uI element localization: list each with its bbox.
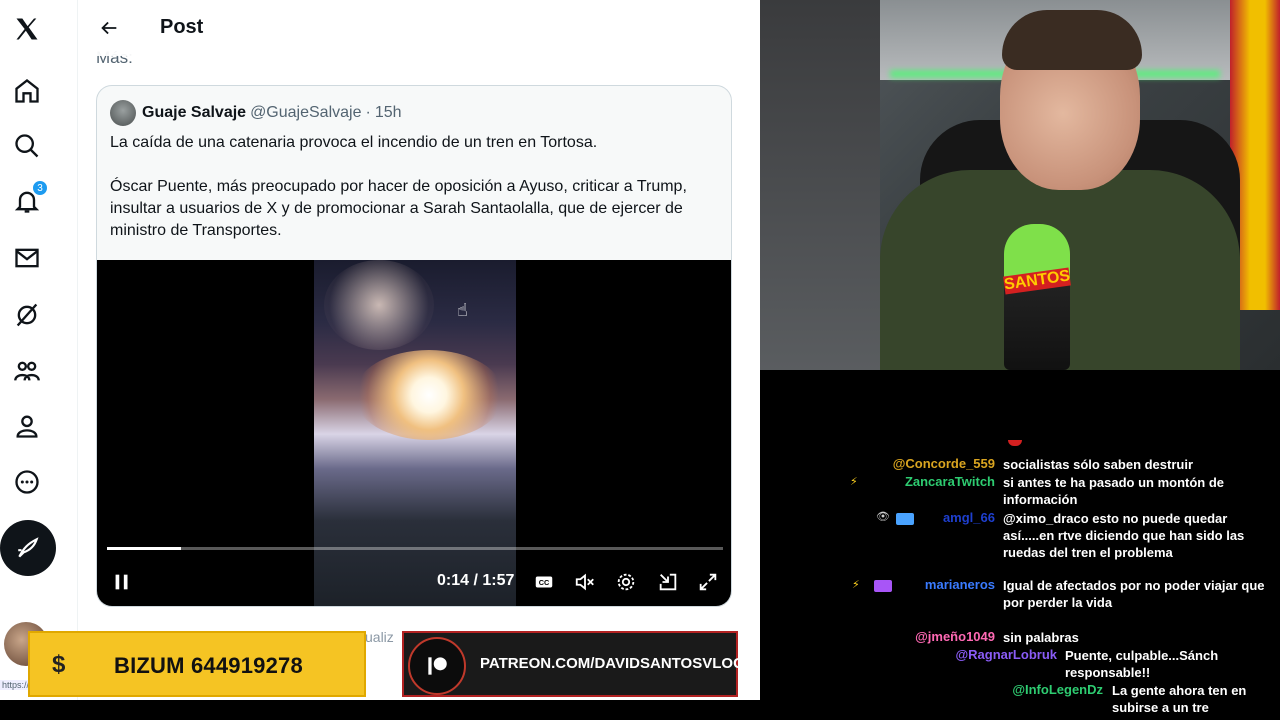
chat-text: @ximo_draco esto no puede quedar así....… [1003, 511, 1245, 560]
dollar-icon: $ [52, 651, 66, 678]
chat-spacer [760, 440, 1280, 450]
explore-search-icon[interactable] [6, 125, 48, 167]
home-icon[interactable] [6, 70, 48, 112]
video-progress-bar[interactable] [107, 547, 723, 550]
fullscreen-button[interactable] [695, 567, 721, 597]
page-title: Post [160, 16, 204, 38]
picture-in-picture-button[interactable] [655, 567, 681, 597]
gear-icon [617, 573, 635, 591]
chat-badge-icon [896, 513, 914, 525]
settings-button[interactable] [613, 567, 639, 597]
back-arrow-icon [101, 21, 117, 35]
chat-username[interactable]: marianeros [925, 577, 995, 592]
video-fire-glow [354, 350, 504, 440]
bizum-text: BIZUM 644919278 [114, 653, 303, 678]
more-options-icon[interactable] [6, 461, 48, 503]
video-progress-fill [107, 547, 181, 550]
bizum-banner: $ BIZUM 644919278 [28, 631, 366, 697]
video-time: 0:14 / 1:57 [437, 572, 515, 589]
stream-chat: @Concorde_559 socialistas sólo saben des… [760, 370, 1280, 720]
chat-text: sin palabras [1003, 630, 1079, 645]
communities-icon[interactable] [6, 350, 48, 392]
quoted-author-name[interactable]: Guaje Salvaje [142, 104, 246, 122]
video-smoke [324, 260, 434, 350]
grok-icon[interactable] [6, 294, 48, 336]
hand-cursor-icon: ☝ [457, 300, 468, 320]
screen: 3 Más: Guaje Salvaje @GuajeSalvaje · 15h… [0, 0, 1280, 720]
chat-text: socialistas sólo saben destruir [1003, 457, 1194, 472]
messages-envelope-icon[interactable] [6, 237, 48, 279]
video-player[interactable]: ☝ 0:14 / 1:57 CC [97, 260, 731, 606]
chat-username[interactable]: amgl_66 [943, 510, 995, 525]
profile-icon[interactable] [6, 405, 48, 447]
chat-text: La gente ahora ten en subirse a un tre [1112, 683, 1247, 715]
mute-button[interactable] [571, 567, 599, 597]
svg-text:CC: CC [539, 578, 550, 587]
bottom-black-strip [0, 700, 760, 720]
quoted-post-text: La caída de una catenaria provoca el inc… [110, 132, 722, 264]
chat-badge-icon [874, 580, 892, 592]
dock-pip-icon [659, 573, 677, 591]
patreon-url-text: PATREON.COM/DAVIDSANTOSVLOG [480, 655, 745, 672]
quoted-author-handle[interactable]: @GuajeSalvaje [250, 104, 361, 122]
notification-badge: 3 [32, 180, 48, 196]
feather-quill-icon [18, 537, 39, 558]
quoted-paragraph-1: La caída de una catenaria provoca el inc… [110, 134, 598, 151]
quoted-paragraph-2: Óscar Puente, más preocupado por hacer d… [110, 178, 687, 239]
chat-username[interactable]: @InfoLegenDz [1012, 682, 1103, 697]
x-sidebar-nav: 3 [0, 0, 78, 700]
chat-username[interactable]: @RagnarLobruk [955, 647, 1057, 662]
cam-display-shelf [760, 0, 880, 370]
patreon-banner: PATREON.COM/DAVIDSANTOSVLOG [402, 631, 745, 697]
back-button[interactable] [95, 14, 123, 42]
chat-username[interactable]: @jmeño1049 [915, 629, 995, 644]
post-header: Post [79, 0, 751, 56]
quoted-post-time[interactable]: 15h [375, 104, 402, 122]
quoted-author-avatar[interactable] [110, 100, 136, 126]
streamer-webcam: SANTOS [760, 0, 1280, 370]
video-frame-train-fire [314, 260, 516, 606]
truncated-text-below: ualiz [365, 629, 394, 645]
chat-text: Puente, culpable...Sánch responsable!! [1065, 648, 1219, 680]
x-main-column: Más: Guaje Salvaje @GuajeSalvaje · 15h L… [79, 0, 751, 700]
chat-emote-fragment [1008, 440, 1022, 446]
quoted-post-card[interactable]: Guaje Salvaje @GuajeSalvaje · 15h La caí… [96, 85, 732, 607]
compose-post-button[interactable] [0, 520, 56, 576]
cam-microphone [1004, 224, 1070, 370]
chat-text: Igual de afectados por no poder viajar q… [1003, 578, 1265, 610]
captions-icon: CC [535, 576, 553, 588]
x-browser-panel: 3 Más: Guaje Salvaje @GuajeSalvaje · 15h… [0, 0, 760, 700]
pause-button[interactable] [109, 567, 135, 597]
x-logo-icon[interactable] [6, 8, 48, 50]
chat-badge-icon: ⚡ [850, 476, 858, 488]
chat-badge-icon: ⚡ [852, 579, 860, 591]
expand-icon [699, 573, 717, 591]
chat-text: si antes te ha pasado un montón de infor… [1003, 475, 1225, 507]
notifications-bell-icon[interactable]: 3 [6, 180, 48, 222]
eye-badge-icon: 👁 [876, 511, 890, 523]
captions-button[interactable]: CC [531, 567, 557, 597]
quoted-post-header: Guaje Salvaje @GuajeSalvaje · 15h [110, 100, 402, 126]
patreon-logo-icon [408, 637, 466, 695]
chat-username[interactable]: @Concorde_559 [893, 456, 995, 471]
cam-streamer-hair [1002, 10, 1142, 70]
separator-dot: · [365, 104, 371, 121]
muted-speaker-icon [575, 573, 594, 591]
pause-icon [115, 574, 128, 590]
chat-username[interactable]: ZancaraTwitch [905, 474, 995, 489]
